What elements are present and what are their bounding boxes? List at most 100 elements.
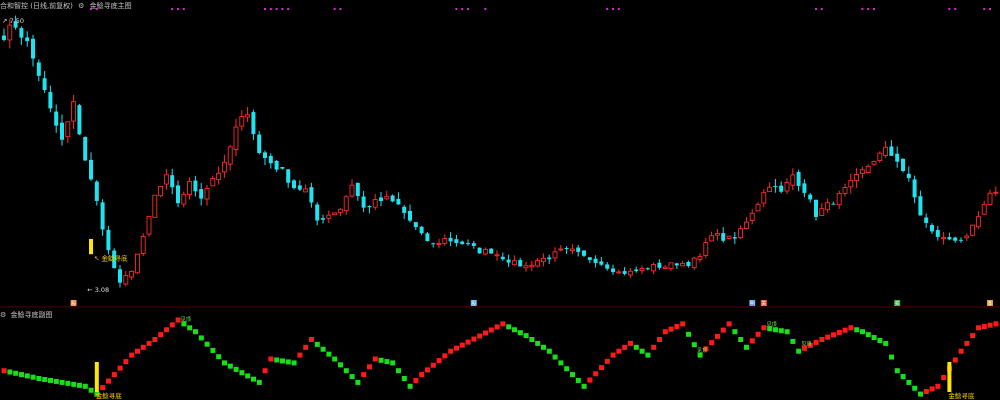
ribbon-step (448, 348, 454, 354)
ribbon-step (30, 374, 36, 380)
ribbon-step (976, 325, 981, 331)
candle (413, 221, 418, 231)
top-marker (90, 8, 92, 10)
high-price-label: ↗ 7.50 (2, 17, 24, 25)
ribbon-step (923, 389, 929, 394)
ribbon-step (773, 327, 778, 333)
ribbon-step (1, 368, 7, 374)
ribbon-step (819, 337, 825, 342)
ribbon-step (825, 334, 831, 340)
ribbon-step (558, 360, 564, 366)
candle (761, 189, 767, 208)
ribbon-step (645, 352, 651, 358)
candle (118, 265, 122, 288)
ribbon-step (865, 332, 871, 338)
candle (657, 259, 662, 270)
signal-badge-text: 股 (71, 301, 76, 307)
candle (292, 179, 296, 190)
candle (593, 255, 598, 268)
candle (134, 253, 140, 275)
candle (436, 238, 442, 249)
chart-canvas[interactable]: ↖ 金鲶寻底↗ 7.50← 3.08 股股明关买B 金鲶寻底 金鲶寻底见顶见顶见顶… (0, 0, 1000, 400)
ribbon-step (500, 321, 506, 327)
signal-badge-text: 明 (750, 301, 755, 307)
ribbon-step (100, 385, 106, 391)
signal-bar (89, 238, 93, 255)
candle (321, 214, 325, 224)
candle (129, 270, 135, 281)
candle (883, 141, 889, 158)
candle (19, 26, 24, 45)
ribbon-step (726, 321, 732, 327)
ribbon-step (941, 375, 947, 381)
top-marker (333, 8, 336, 10)
ribbon-step (633, 344, 639, 350)
ribbon-step (871, 335, 877, 341)
candle (396, 192, 401, 205)
candle (48, 85, 53, 113)
candle (181, 191, 187, 208)
top-marker (948, 8, 951, 10)
ribbon-step (755, 331, 761, 337)
signal-badge[interactable]: 明 (749, 300, 756, 307)
candle (419, 225, 424, 236)
ribbon-step (628, 340, 633, 346)
ribbon-step (413, 377, 419, 383)
candle (964, 233, 970, 242)
candle (372, 193, 378, 211)
ribbon-step (48, 377, 53, 383)
ribbon-step (912, 385, 918, 391)
ribbon-step (639, 348, 645, 354)
top-marker (264, 8, 266, 10)
candle (697, 253, 703, 263)
candle (523, 261, 529, 272)
ribbon-step (952, 357, 958, 363)
ribbon-step (889, 354, 894, 360)
candle (146, 215, 152, 237)
candle (94, 180, 99, 206)
candle (895, 146, 900, 168)
ribbon-step (691, 342, 697, 348)
candle (193, 175, 198, 197)
ribbon-step (918, 391, 923, 397)
candle (54, 104, 59, 133)
top-marker (989, 8, 991, 10)
ribbon-step (662, 329, 668, 335)
ribbon-step (309, 337, 314, 342)
candle (466, 239, 470, 246)
signal-badge[interactable]: 关 (760, 300, 767, 307)
ribbon-step (587, 377, 593, 383)
candle (367, 205, 372, 214)
signal-badge[interactable]: 股 (470, 300, 477, 307)
signal-badge[interactable]: B (987, 300, 993, 307)
candle (176, 180, 180, 208)
candle (337, 207, 343, 217)
ribbon-step (546, 348, 552, 354)
ribbon-step (842, 327, 848, 333)
candle (576, 244, 581, 257)
candlestick-series (2, 15, 999, 288)
ribbon-step (477, 333, 483, 339)
ribbon-step (784, 329, 790, 335)
candle (790, 168, 796, 191)
signal-badge[interactable]: 股 (70, 300, 77, 307)
top-marker (983, 8, 986, 10)
ribbon-step (744, 344, 749, 350)
ribbon-step (970, 333, 976, 339)
ribbon-step (906, 379, 912, 385)
candle (454, 234, 459, 247)
candle (106, 225, 111, 255)
candle (326, 210, 332, 224)
ribbon-step (326, 351, 332, 357)
ribbon-step (523, 333, 529, 339)
ribbon-step (512, 327, 517, 333)
top-marker (177, 8, 179, 10)
candle (889, 140, 894, 156)
candle (622, 267, 627, 276)
candle (732, 231, 737, 244)
ribbon-step (604, 358, 610, 364)
signal-badge[interactable]: 买 (894, 300, 901, 307)
candle (930, 223, 934, 234)
ribbon-step (993, 321, 999, 327)
top-marker (182, 8, 185, 10)
